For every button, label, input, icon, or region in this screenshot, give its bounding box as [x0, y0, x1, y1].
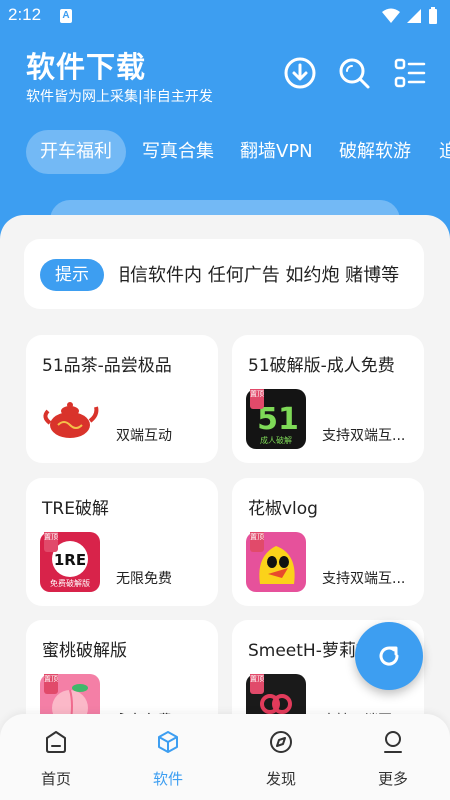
sim-indicator-icon: A [60, 9, 72, 23]
download-button[interactable] [283, 56, 317, 90]
app-card[interactable]: 花椒vlog 置顶 支持双端互... [232, 478, 424, 606]
refresh-icon [379, 646, 399, 666]
status-icons [382, 7, 438, 25]
app-name: 51品茶-品尝极品 [42, 356, 172, 376]
nav-home[interactable]: 首页 [0, 714, 112, 800]
nav-discover[interactable]: 发现 [225, 714, 337, 800]
teapot-app-icon [40, 389, 100, 449]
tab-xiezhen-heji[interactable]: 写真合集 [128, 130, 228, 174]
icon-text: 1RE [54, 551, 86, 569]
app-description: 支持双端互... [322, 428, 406, 444]
cube-icon [158, 731, 178, 753]
app-card[interactable]: 51破解版-成人免费 51 成人破解 置顶 支持双端互... [232, 335, 424, 463]
top-badge: 置顶 [250, 532, 264, 552]
status-time: 2:12 [8, 5, 42, 24]
search-icon [339, 58, 370, 89]
app-description: 双端互动 [116, 428, 172, 444]
bottom-navigation: 首页 软件 发现 更多 [0, 714, 450, 800]
nav-label: 发现 [265, 770, 296, 788]
menu-button[interactable] [393, 56, 427, 90]
nav-label: 软件 [152, 770, 183, 788]
compass-icon [270, 731, 292, 753]
app-description: 无限免费 [116, 571, 172, 587]
tab-more-partial[interactable]: 追 [425, 130, 450, 174]
notice-pill: 提示 [40, 259, 104, 291]
notice-marquee: 相信软件内 任何广告 如约炮 赌博等 [120, 261, 410, 289]
home-icon [46, 731, 66, 753]
person-icon [384, 731, 402, 753]
app-name: 花椒vlog [248, 499, 318, 519]
notice-bar: 提示 相信软件内 任何广告 如约炮 赌博等 [24, 239, 424, 309]
status-bar: 2:12 A [0, 0, 450, 32]
top-badge: 置顶 [44, 674, 58, 694]
app-card[interactable]: 51品茶-品尝极品 双端互动 [26, 335, 218, 463]
icon-subtitle-text: 成人破解 [260, 435, 292, 445]
menu-list-icon [394, 58, 426, 88]
top-badge: 置顶 [44, 532, 58, 552]
nav-label: 更多 [377, 770, 408, 788]
category-tabs: 开车福利 写真合集 翻墙VPN 破解软游 追 [0, 130, 450, 174]
notice-text: 相信软件内 任何广告 如约炮 赌博等 [120, 265, 400, 286]
battery-icon [429, 7, 437, 24]
top-badge: 置顶 [250, 674, 264, 694]
app-name: TRE破解 [42, 499, 109, 519]
tab-fanqiang-vpn[interactable]: 翻墙VPN [226, 130, 327, 174]
top-badge: 置顶 [250, 389, 264, 409]
tab-kaiche-fuli[interactable]: 开车福利 [26, 130, 126, 174]
nav-software[interactable]: 软件 [112, 714, 224, 800]
signal-icon [407, 9, 421, 23]
app-description: 支持双端互... [322, 571, 406, 587]
app-header: 软件下载 软件皆为网上采集|非自主开发 [0, 32, 450, 122]
tab-pojie-ruanyou[interactable]: 破解软游 [325, 130, 425, 174]
icon-subtitle-text: 免费破解版 [50, 578, 90, 588]
refresh-button[interactable] [355, 622, 423, 690]
app-name: 51破解版-成人免费 [248, 356, 395, 376]
nav-more[interactable]: 更多 [337, 714, 449, 800]
nav-label: 首页 [40, 770, 71, 788]
download-icon [284, 57, 316, 89]
page-subtitle: 软件皆为网上采集|非自主开发 [26, 89, 213, 105]
search-button[interactable] [337, 56, 371, 90]
page-title: 软件下载 [26, 50, 147, 84]
wifi-icon [382, 8, 400, 23]
app-name: 蜜桃破解版 [42, 641, 127, 661]
app-card[interactable]: TRE破解 1RE 免费破解版 置顶 无限免费 [26, 478, 218, 606]
